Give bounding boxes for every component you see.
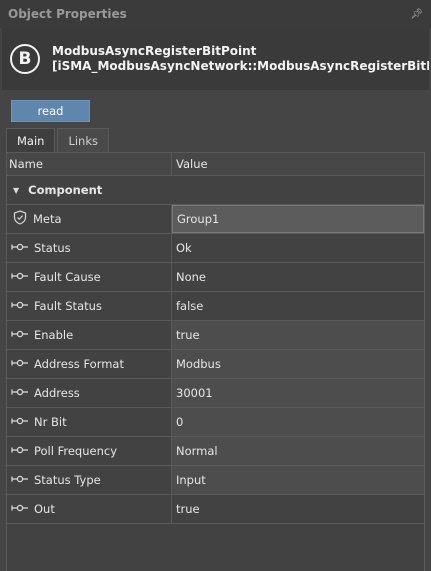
- property-value[interactable]: Normal: [176, 444, 218, 458]
- group-component[interactable]: ▼ Component: [7, 176, 424, 205]
- group-label-cell: ▼ Component: [7, 176, 424, 204]
- connector-icon: [11, 328, 34, 342]
- property-name-cell: Meta: [7, 205, 172, 233]
- connector-icon: [11, 241, 34, 255]
- property-value-cell[interactable]: Normal: [172, 437, 424, 465]
- object-header: B ModbusAsyncRegisterBitPoint [iSMA_Modb…: [2, 28, 429, 90]
- property-value[interactable]: true: [176, 328, 200, 342]
- property-row[interactable]: Status Type Input: [7, 466, 424, 495]
- property-value-cell: Ok: [172, 234, 424, 262]
- property-row[interactable]: Address 30001: [7, 379, 424, 408]
- property-row[interactable]: Out true: [7, 495, 424, 524]
- property-name-cell: Status: [7, 234, 172, 262]
- connector-icon: [11, 357, 34, 371]
- property-name: Fault Cause: [34, 270, 101, 284]
- property-name: Address Format: [34, 357, 124, 371]
- property-value: false: [176, 299, 204, 313]
- property-name: Meta: [33, 212, 62, 226]
- read-button[interactable]: read: [11, 100, 90, 122]
- property-value-cell[interactable]: 0: [172, 408, 424, 436]
- property-value-cell: None: [172, 263, 424, 291]
- property-value[interactable]: 30001: [176, 386, 213, 400]
- property-name-cell: Out: [7, 495, 172, 523]
- meta-value-field[interactable]: Group1: [172, 205, 424, 233]
- connector-icon: [11, 502, 34, 516]
- property-value-cell[interactable]: 30001: [172, 379, 424, 407]
- property-grid: Name Value ▼ Component Meta Group1 Status O…: [6, 152, 425, 571]
- property-value-cell[interactable]: true: [172, 321, 424, 349]
- object-type-badge: B: [10, 44, 40, 74]
- property-name: Out: [34, 502, 55, 516]
- caret-down-icon[interactable]: ▼: [13, 186, 19, 195]
- group-label: Component: [28, 183, 103, 197]
- property-value: true: [176, 502, 200, 516]
- connector-icon: [11, 270, 34, 284]
- value-column-header[interactable]: Value: [172, 153, 424, 175]
- connector-icon: [11, 415, 34, 429]
- property-row[interactable]: Poll Frequency Normal: [7, 437, 424, 466]
- property-name-cell: Fault Cause: [7, 263, 172, 291]
- connector-icon: [11, 386, 34, 400]
- connector-icon: [11, 299, 34, 313]
- property-value: None: [176, 270, 207, 284]
- property-row[interactable]: Meta Group1: [7, 205, 424, 234]
- property-value-cell[interactable]: Modbus: [172, 350, 424, 378]
- property-name: Fault Status: [34, 299, 102, 313]
- tab-links[interactable]: Links: [57, 128, 109, 153]
- property-row[interactable]: Enable true: [7, 321, 424, 350]
- property-name-cell: Nr Bit: [7, 408, 172, 436]
- property-value-cell: true: [172, 495, 424, 523]
- property-value[interactable]: Input: [176, 473, 206, 487]
- grid-header: Name Value: [7, 153, 424, 176]
- tab-bar: Main Links: [6, 128, 111, 153]
- property-row[interactable]: Fault Status false: [7, 292, 424, 321]
- property-name: Nr Bit: [34, 415, 67, 429]
- property-value[interactable]: 0: [176, 415, 183, 429]
- connector-icon: [11, 473, 34, 487]
- property-value-cell: false: [172, 292, 424, 320]
- object-name: ModbusAsyncRegisterBitPoint: [52, 44, 257, 58]
- object-title: ModbusAsyncRegisterBitPoint [iSMA_Modbus…: [52, 44, 429, 74]
- shield-icon: [11, 210, 33, 228]
- property-value: Ok: [176, 241, 192, 255]
- property-row[interactable]: Status Ok: [7, 234, 424, 263]
- object-type-path: [iSMA_ModbusAsyncNetwork::ModbusAsyncReg…: [52, 59, 429, 73]
- property-name-cell: Poll Frequency: [7, 437, 172, 465]
- property-name-cell: Address: [7, 379, 172, 407]
- property-name: Status Type: [34, 473, 101, 487]
- property-name-cell: Fault Status: [7, 292, 172, 320]
- property-name: Poll Frequency: [34, 444, 118, 458]
- property-name-cell: Status Type: [7, 466, 172, 494]
- property-name-cell: Address Format: [7, 350, 172, 378]
- property-value-cell[interactable]: Group1: [172, 205, 424, 233]
- property-row[interactable]: Address Format Modbus: [7, 350, 424, 379]
- property-row[interactable]: Fault Cause None: [7, 263, 424, 292]
- property-name: Address: [34, 386, 80, 400]
- panel-titlebar: Object Properties 📌︎: [0, 0, 431, 28]
- property-name: Enable: [34, 328, 74, 342]
- panel-title: Object Properties: [8, 7, 127, 21]
- name-column-header[interactable]: Name: [7, 153, 172, 175]
- connector-icon: [11, 444, 34, 458]
- property-value-cell[interactable]: Input: [172, 466, 424, 494]
- property-value[interactable]: Modbus: [176, 357, 221, 371]
- pin-icon[interactable]: 📌︎: [410, 9, 423, 20]
- tab-main[interactable]: Main: [6, 128, 56, 153]
- property-name: Status: [34, 241, 71, 255]
- property-row[interactable]: Nr Bit 0: [7, 408, 424, 437]
- property-name-cell: Enable: [7, 321, 172, 349]
